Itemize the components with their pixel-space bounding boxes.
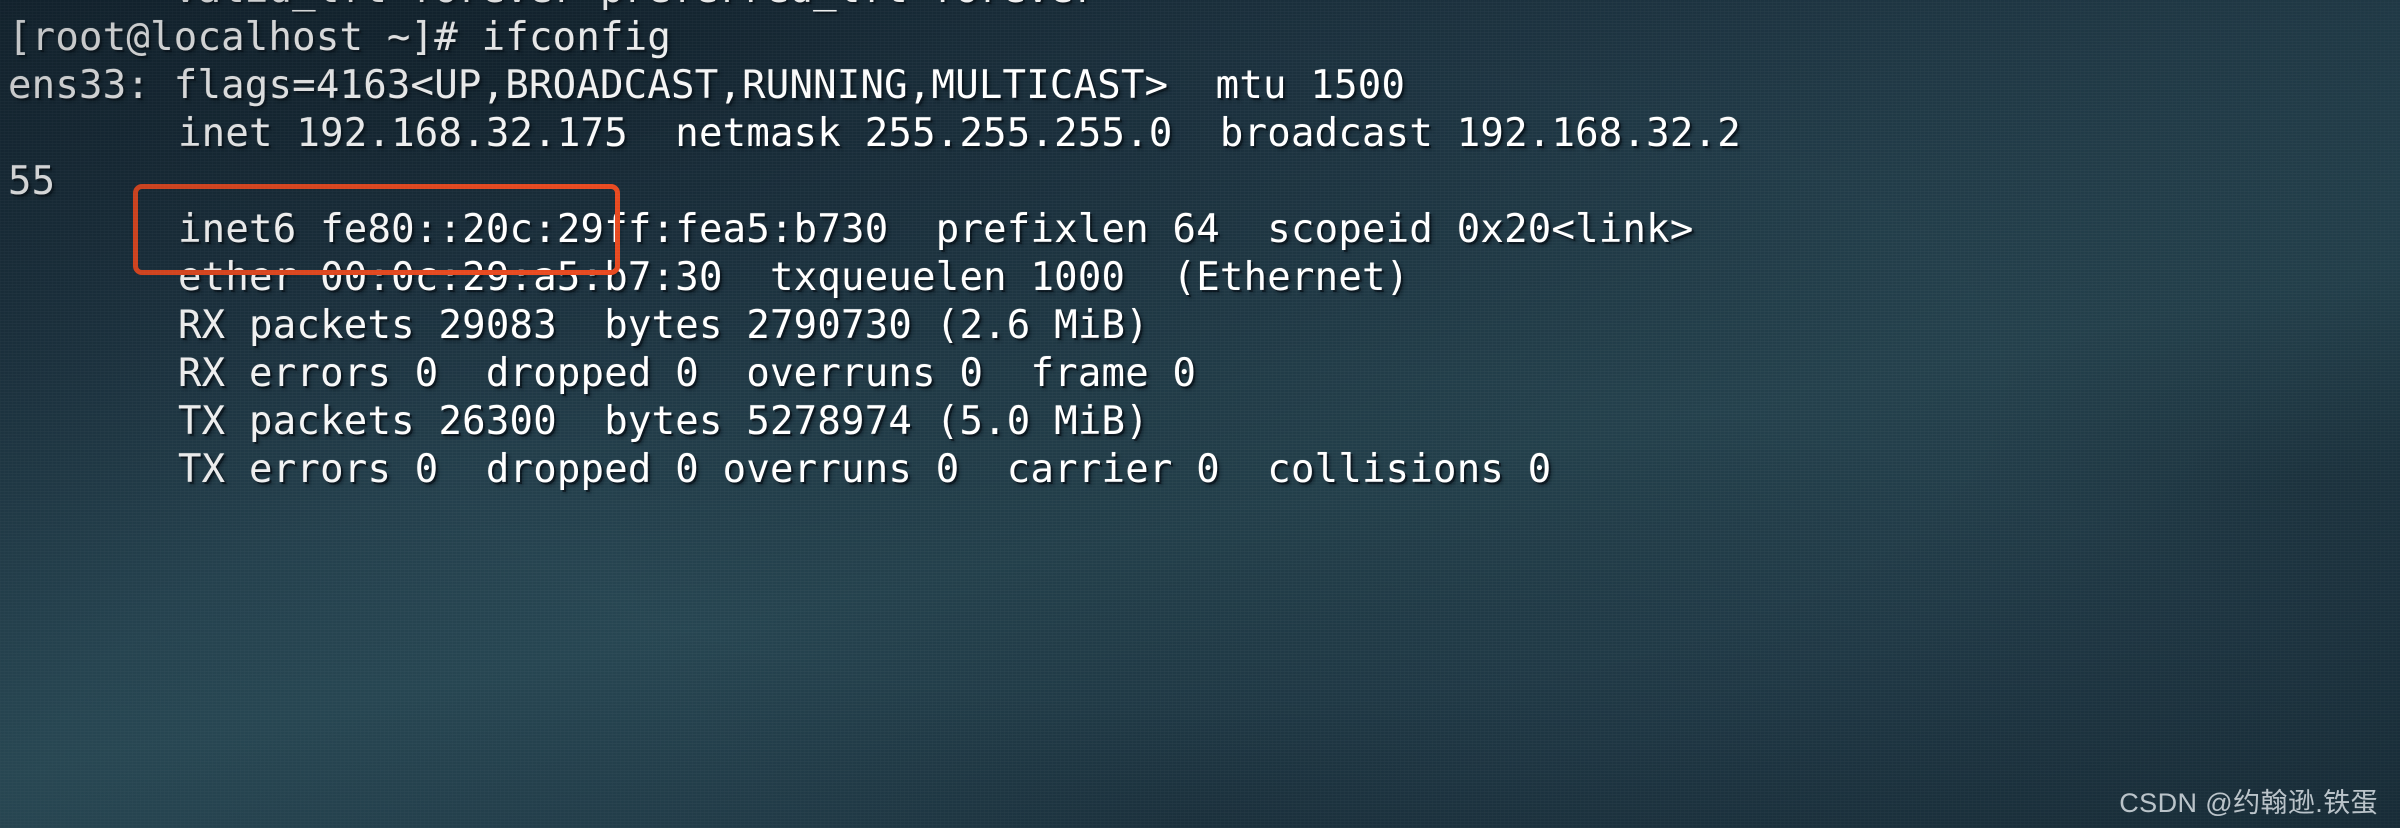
- terminal-window[interactable]: valid_lft forever preferred_lft forever …: [0, 0, 2400, 828]
- terminal-line-rx-packets: RX packets 29083 bytes 2790730 (2.6 MiB): [178, 303, 1149, 348]
- terminal-line-tx-errors: TX errors 0 dropped 0 overruns 0 carrier…: [178, 447, 1552, 492]
- terminal-line-inet: inet 192.168.32.175 netmask 255.255.255.…: [178, 111, 1741, 156]
- terminal-line-rx-errors: RX errors 0 dropped 0 overruns 0 frame 0: [178, 351, 1197, 396]
- csdn-watermark: CSDN @约翰逊.铁蛋: [2119, 788, 2378, 818]
- terminal-output: valid_lft forever preferred_lft forever …: [0, 0, 2400, 494]
- terminal-line-ether: ether 00:0c:29:a5:b7:30 txqueuelen 1000 …: [178, 255, 1410, 300]
- terminal-line-inet6: inet6 fe80::20c:29ff:fea5:b730 prefixlen…: [178, 207, 1694, 252]
- terminal-line-prompt-command: [root@localhost ~]# ifconfig: [8, 15, 672, 60]
- terminal-line-valid-lft: valid_lft forever preferred_lft forever: [8, 0, 2400, 14]
- terminal-line-tx-packets: TX packets 26300 bytes 5278974 (5.0 MiB): [178, 399, 1149, 444]
- terminal-line-inet-wrap: 55: [8, 159, 56, 204]
- terminal-line-interface-flags: ens33: flags=4163<UP,BROADCAST,RUNNING,M…: [8, 63, 1406, 108]
